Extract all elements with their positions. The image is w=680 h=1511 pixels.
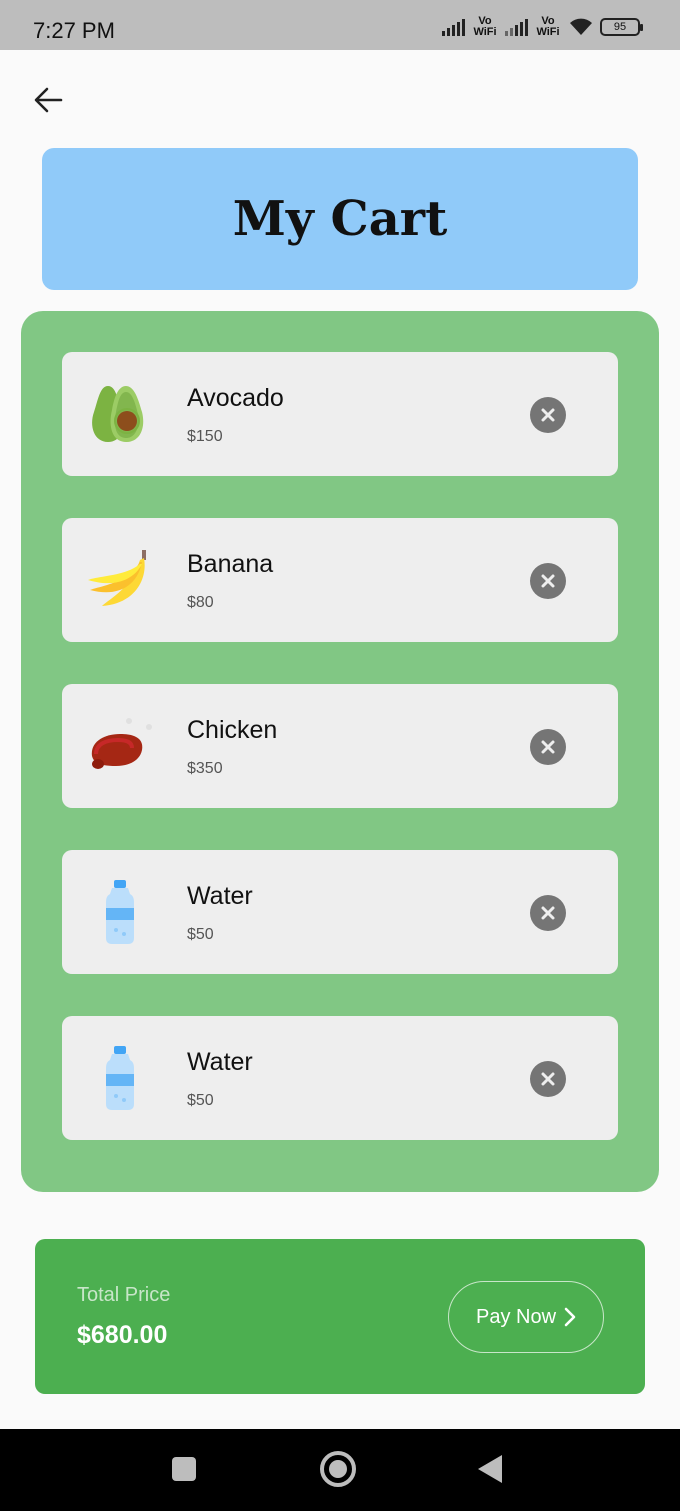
item-name: Banana [187, 550, 274, 578]
page-title: My Cart [232, 191, 448, 247]
item-name: Water [187, 1048, 253, 1076]
remove-item-button[interactable] [530, 563, 566, 599]
back-button[interactable] [28, 80, 68, 120]
item-name: Chicken [187, 716, 278, 744]
recents-button[interactable] [172, 1457, 196, 1481]
item-price: $150 [187, 428, 223, 445]
status-bar: 7:27 PM Vo WiFi Vo WiFi 95 [0, 0, 680, 50]
water-bottle-icon [106, 1046, 134, 1110]
close-icon [541, 906, 555, 920]
system-back-button[interactable] [478, 1455, 502, 1483]
cart-item: Water $50 [62, 1016, 618, 1140]
signal-icon [505, 18, 528, 36]
battery-icon: 95 [600, 18, 643, 36]
wifi-icon [570, 18, 592, 35]
chevron-right-icon [564, 1307, 576, 1327]
item-name: Avocado [187, 384, 284, 412]
pay-now-label: Pay Now [475, 1305, 557, 1328]
header-card: My Cart [42, 148, 638, 290]
arrow-left-icon [34, 87, 63, 113]
close-icon [541, 574, 555, 588]
vowifi-label: Vo WiFi [473, 15, 497, 38]
cart-item: Banana $80 [62, 518, 618, 642]
system-nav-bar [0, 1429, 680, 1511]
close-icon [541, 1072, 555, 1086]
close-icon [541, 740, 555, 754]
total-price-label: Total Price [77, 1284, 171, 1306]
chicken-icon [91, 718, 152, 769]
signal-icon [442, 18, 465, 36]
item-price: $50 [187, 1092, 214, 1109]
remove-item-button[interactable] [530, 729, 566, 765]
cart-item: Chicken $350 [62, 684, 618, 808]
item-price: $80 [187, 594, 214, 611]
status-icons: Vo WiFi Vo WiFi 95 [442, 15, 643, 38]
pay-now-button[interactable]: Pay Now [448, 1281, 604, 1353]
cart-list: Avocado $150 Banana $80 Chicken $350 Wat… [21, 311, 659, 1192]
close-icon [541, 408, 555, 422]
vowifi-label: Vo WiFi [536, 15, 560, 38]
remove-item-button[interactable] [530, 1061, 566, 1097]
item-price: $350 [187, 760, 223, 777]
item-price: $50 [187, 926, 214, 943]
cart-item: Water $50 [62, 850, 618, 974]
remove-item-button[interactable] [530, 895, 566, 931]
status-time: 7:27 PM [33, 18, 115, 43]
water-bottle-icon [106, 880, 134, 944]
banana-icon [88, 550, 146, 606]
total-bar: Total Price $680.00 Pay Now [35, 1239, 645, 1394]
avocado-icon [92, 386, 144, 442]
home-button[interactable] [320, 1451, 356, 1487]
item-name: Water [187, 882, 253, 910]
remove-item-button[interactable] [530, 397, 566, 433]
cart-item: Avocado $150 [62, 352, 618, 476]
total-price-value: $680.00 [77, 1321, 168, 1349]
